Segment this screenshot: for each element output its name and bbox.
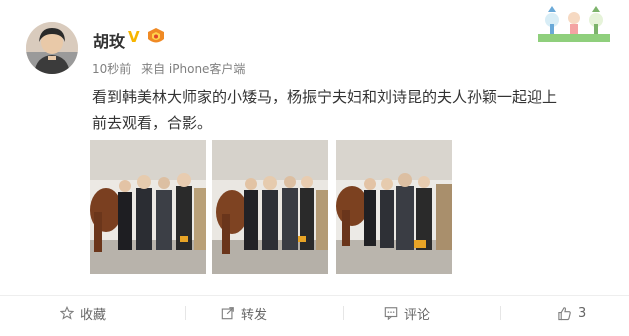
- avatar[interactable]: [26, 22, 78, 74]
- comment-button[interactable]: 评论: [384, 302, 430, 324]
- medal-icon: [145, 28, 167, 46]
- comment-icon: [384, 307, 398, 320]
- post-meta: 10秒前 来自 iPhone客户端: [92, 60, 251, 77]
- comment-label: 评论: [404, 307, 431, 323]
- favorite-button[interactable]: 收藏: [60, 302, 106, 324]
- author-name[interactable]: 胡玫: [93, 28, 125, 52]
- post-photo-1[interactable]: [90, 140, 206, 274]
- repost-label: 转发: [241, 307, 268, 323]
- like-count: 3: [578, 305, 587, 321]
- like-button[interactable]: 3: [557, 302, 586, 324]
- thumb-up-icon: [558, 306, 571, 320]
- post-photo-3[interactable]: [336, 140, 452, 274]
- action-divider: [500, 306, 501, 320]
- share-icon: [221, 307, 234, 320]
- repost-button[interactable]: 转发: [221, 302, 267, 324]
- post-text: 看到韩美林大师家的小矮马，杨振宁夫妇和刘诗昆的夫人孙颖一起迎上前去观看，合影。: [92, 88, 558, 132]
- verified-icon: V: [128, 28, 140, 46]
- post-source[interactable]: 来自 iPhone客户端: [141, 62, 245, 76]
- action-divider: [185, 306, 186, 320]
- action-bar: 收藏 转发 评论 3: [0, 295, 629, 330]
- star-icon: [60, 306, 74, 320]
- decoration-illustration: [538, 6, 610, 42]
- favorite-label: 收藏: [80, 307, 107, 323]
- weibo-post-card: 胡玫 V 10秒前 来自 iPhone客户端 看到韩美林大师家的小矮马，杨振宁夫…: [0, 0, 629, 336]
- action-divider: [343, 306, 344, 320]
- post-photo-2[interactable]: [212, 140, 328, 274]
- post-time[interactable]: 10秒前: [92, 62, 131, 76]
